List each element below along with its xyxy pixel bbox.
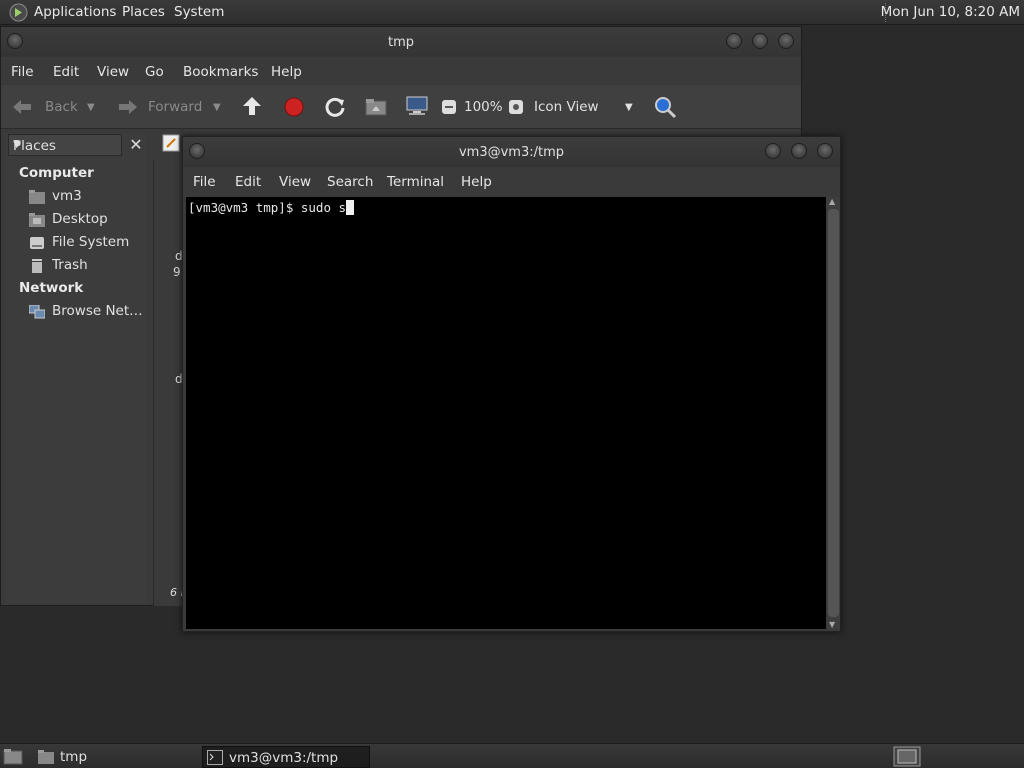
menu-edit[interactable]: Edit <box>235 174 261 190</box>
file-manager-title: tmp <box>387 35 414 50</box>
maximize-button[interactable] <box>752 33 768 49</box>
terminal-scrollbar[interactable]: ▲ ▼ <box>827 197 840 629</box>
reload-icon[interactable] <box>324 96 346 118</box>
applications-menu[interactable]: Applications <box>34 4 116 20</box>
search-icon[interactable] <box>653 95 677 119</box>
scroll-down-icon[interactable]: ▼ <box>829 620 835 629</box>
minimize-button[interactable] <box>726 33 742 49</box>
file-manager-menubar: File Edit View Go Bookmarks Help <box>1 59 801 85</box>
zoom-level[interactable]: 100% <box>464 99 503 115</box>
file-manager-toolbar: Back ▼ Forward ▼ 100% Icon View ▼ <box>1 85 801 129</box>
zoom-out-icon[interactable] <box>441 99 457 115</box>
sidebar-item-label: Desktop <box>52 211 108 227</box>
top-panel: Applications Places System Mon Jun 10, 8… <box>0 0 1024 25</box>
maximize-button[interactable] <box>791 143 807 159</box>
bottom-panel: tmp vm3@vm3:/tmp <box>0 743 1024 768</box>
minimize-button[interactable] <box>765 143 781 159</box>
forward-history-chevron-icon[interactable]: ▼ <box>213 102 221 113</box>
menu-bookmarks[interactable]: Bookmarks <box>183 64 258 80</box>
taskbar-item-label: vm3@vm3:/tmp <box>229 750 339 766</box>
back-history-chevron-icon[interactable]: ▼ <box>87 102 95 113</box>
terminal-line: [vm3@vm3 tmp]$ sudo s <box>188 200 355 215</box>
menu-search[interactable]: Search <box>327 174 373 190</box>
home-folder-icon <box>29 190 45 204</box>
up-arrow-icon[interactable] <box>241 95 263 119</box>
menu-view[interactable]: View <box>279 174 311 190</box>
close-button[interactable] <box>778 33 794 49</box>
scrollbar-thumb[interactable] <box>828 209 839 617</box>
file-manager-titlebar[interactable]: tmp <box>1 27 801 57</box>
workspace-switcher-icon[interactable] <box>893 746 921 767</box>
network-icon <box>29 305 45 319</box>
back-arrow-icon[interactable] <box>11 97 35 117</box>
zoom-in-icon[interactable] <box>508 99 524 115</box>
sidebar-item-label: Browse Net… <box>52 303 143 319</box>
sidebar-item-trash[interactable]: Trash <box>27 256 145 276</box>
menu-view[interactable]: View <box>97 64 129 80</box>
sidebar-item-file-system[interactable]: File System <box>27 233 145 253</box>
terminal-title: vm3@vm3:/tmp <box>458 145 565 160</box>
sidebar-item-label: File System <box>52 234 130 250</box>
sidebar-item-vm3[interactable]: vm3 <box>27 187 145 207</box>
text-cursor <box>346 200 355 215</box>
view-mode-chevron-icon[interactable]: ▼ <box>625 102 633 113</box>
clock[interactable]: Mon Jun 10, 8:20 AM <box>881 4 1020 20</box>
show-desktop-icon[interactable] <box>3 748 23 765</box>
computer-icon[interactable] <box>405 95 429 117</box>
sidebar-section-network: Network <box>19 280 84 296</box>
places-sidebar: Places ▼ ✕ Computer vm3 Desktop File Sys… <box>5 133 147 605</box>
sidebar-item-desktop[interactable]: Desktop <box>27 210 145 230</box>
forward-button-label[interactable]: Forward <box>148 99 202 115</box>
desktop-folder-icon <box>29 213 45 227</box>
system-menu[interactable]: System <box>174 4 224 20</box>
menu-go[interactable]: Go <box>145 64 164 80</box>
sidebar-item-label: Trash <box>52 257 88 273</box>
forward-arrow-icon[interactable] <box>115 97 139 117</box>
trash-icon <box>32 259 42 273</box>
places-menu[interactable]: Places <box>122 4 165 20</box>
home-folder-icon[interactable] <box>365 97 387 117</box>
chevron-down-icon: ▼ <box>13 139 21 150</box>
folder-icon <box>38 750 54 764</box>
sidebar-item-label: vm3 <box>52 188 82 204</box>
taskbar-item-terminal[interactable]: vm3@vm3:/tmp <box>202 746 370 768</box>
view-mode-selector[interactable]: Icon View <box>534 99 599 115</box>
terminal-screen[interactable]: [vm3@vm3 tmp]$ sudo s <box>186 197 826 629</box>
sidebar-close-icon[interactable]: ✕ <box>126 134 146 156</box>
sidebar-selector[interactable]: Places ▼ <box>8 134 122 156</box>
taskbar-item-label: tmp <box>60 749 88 765</box>
terminal-titlebar[interactable]: vm3@vm3:/tmp <box>183 137 840 167</box>
sidebar-item-browse-network[interactable]: Browse Net… <box>27 302 145 322</box>
menu-help[interactable]: Help <box>461 174 492 190</box>
menu-help[interactable]: Help <box>271 64 302 80</box>
terminal-icon <box>207 750 223 765</box>
menu-file[interactable]: File <box>193 174 216 190</box>
taskbar-item-tmp[interactable]: tmp <box>34 746 200 768</box>
terminal-window: vm3@vm3:/tmp File Edit View Search Termi… <box>182 136 841 632</box>
terminal-command-text: [vm3@vm3 tmp]$ sudo s <box>188 200 347 215</box>
menu-terminal[interactable]: Terminal <box>387 174 444 190</box>
scroll-up-icon[interactable]: ▲ <box>829 197 835 206</box>
sidebar-section-computer: Computer <box>19 165 94 181</box>
stop-icon[interactable] <box>283 96 305 118</box>
close-button[interactable] <box>817 143 833 159</box>
terminal-menubar: File Edit View Search Terminal Help <box>183 169 840 195</box>
drive-icon <box>30 237 44 249</box>
menu-edit[interactable]: Edit <box>53 64 79 80</box>
back-button-label[interactable]: Back <box>45 99 78 115</box>
gnome-foot-icon[interactable] <box>9 3 28 22</box>
menu-file[interactable]: File <box>11 64 34 80</box>
